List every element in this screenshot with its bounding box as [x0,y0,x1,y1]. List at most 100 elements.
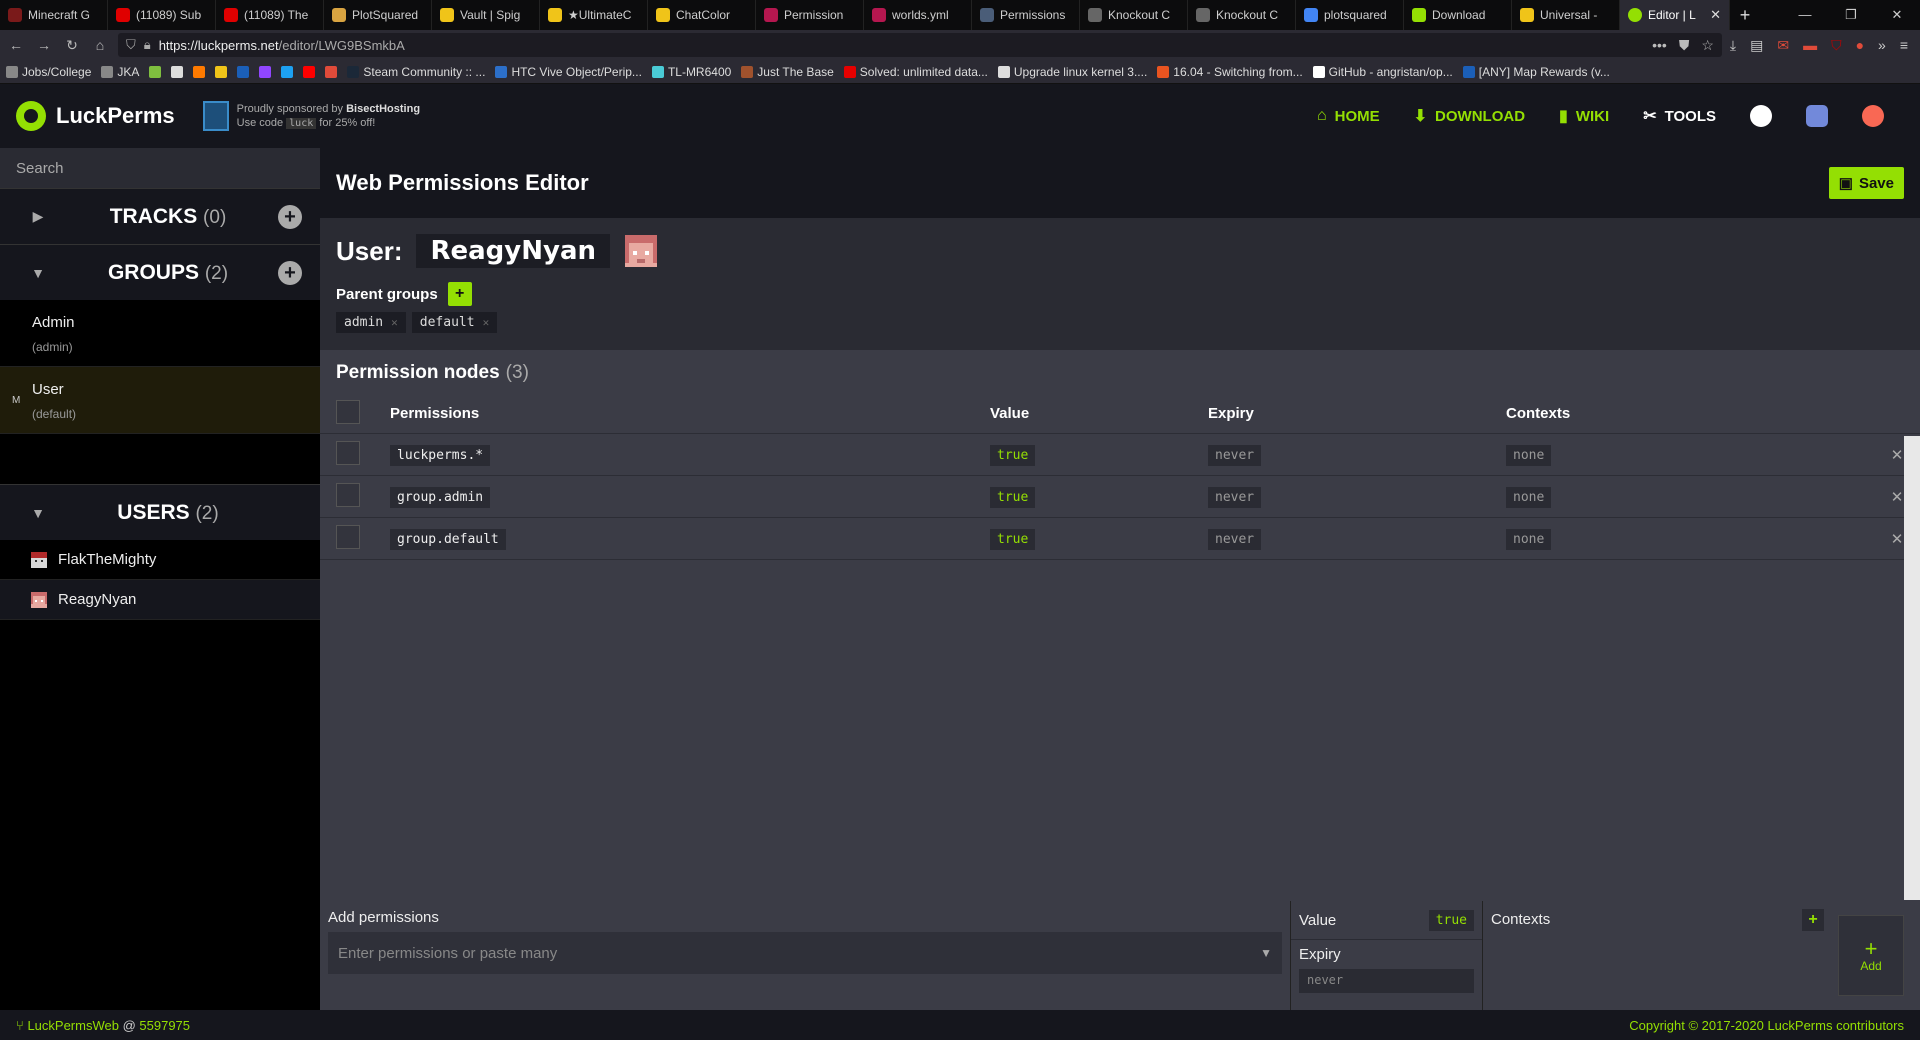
bookmark-item[interactable] [237,65,250,78]
back-icon[interactable]: ← [6,37,26,53]
contexts-cell[interactable]: none [1506,486,1552,508]
browser-tab[interactable]: ChatColor [648,0,756,30]
expiry-cell[interactable]: never [1208,444,1262,466]
add-expiry-input[interactable]: never [1299,969,1474,993]
browser-tab[interactable]: Knockout C [1080,0,1188,30]
select-all-checkbox[interactable] [336,399,360,424]
hamburger-menu-icon[interactable]: ≡ [1900,37,1908,54]
footer-version[interactable]: ⑂ LuckPermsWeb @ 5597975 [16,1018,190,1033]
save-button[interactable]: ▣ Save [1828,167,1904,199]
restore-window-button[interactable]: ❐ [1828,7,1874,23]
row-checkbox[interactable] [336,483,360,507]
browser-tab[interactable]: Download [1404,0,1512,30]
browser-tab[interactable]: Universal - [1512,0,1620,30]
browser-tab[interactable]: Minecraft G [0,0,108,30]
browser-tab[interactable]: Knockout C [1188,0,1296,30]
browser-tab[interactable]: worlds.yml [864,0,972,30]
browser-tab[interactable]: (11089) The [216,0,324,30]
nav-wiki[interactable]: ▮ WIKI [1559,106,1609,126]
value-cell[interactable]: true [990,528,1036,550]
discord-link[interactable] [1806,105,1828,127]
extension-icon-2[interactable]: ● [1856,37,1864,54]
add-context-button[interactable]: + [1802,909,1824,931]
bookmark-item[interactable]: Upgrade linux kernel 3.... [997,65,1147,79]
contexts-cell[interactable]: none [1506,444,1552,466]
bookmark-item[interactable]: 16.04 - Switching from... [1157,65,1303,79]
github-link[interactable] [1750,105,1772,127]
bookmark-item[interactable]: JKA [101,65,139,79]
caret-down-icon[interactable]: ▼ [0,265,76,281]
close-window-button[interactable]: ✕ [1874,7,1920,23]
add-value-toggle[interactable]: true [1428,909,1474,931]
add-button[interactable]: + Add [1838,915,1904,996]
nav-home[interactable]: ⌂ HOME [1317,107,1380,125]
bookmark-item[interactable] [303,65,316,78]
sponsor-banner[interactable]: Proudly sponsored by BisectHosting Use c… [202,101,420,131]
minimize-window-button[interactable]: — [1782,7,1828,23]
value-cell[interactable]: true [990,444,1036,466]
row-checkbox[interactable] [336,441,360,465]
user-item-flakthemighty[interactable]: FlakTheMighty [0,540,320,580]
add-permissions-input[interactable]: Enter permissions or paste many ▼ [328,932,1282,974]
address-bar[interactable]: ⛉ 🔒︎ https://luckperms.net/editor/LWG9BS… [118,33,1722,57]
remove-chip-icon[interactable]: ✕ [391,316,398,329]
row-checkbox[interactable] [336,525,360,549]
bookmark-item[interactable]: Steam Community :: ... [347,65,485,79]
bookmark-item[interactable]: Solved: unlimited data... [843,65,988,79]
groups-section-header[interactable]: ▼ GROUPS (2) + [0,244,320,300]
ublock-icon[interactable]: ⛉ [1831,37,1842,54]
tracks-section-header[interactable]: ▶ TRACKS (0) + [0,188,320,244]
browser-tab[interactable]: plotsquared [1296,0,1404,30]
mail-icon[interactable]: ✉ [1777,37,1789,54]
browser-tab[interactable]: Vault | Spig [432,0,540,30]
permission-node[interactable]: group.admin [390,486,491,508]
bookmark-item[interactable]: Just The Base [741,65,834,79]
bookmark-item[interactable]: HTC Vive Object/Perip... [495,65,642,79]
sidebar-icon[interactable]: ▤ [1750,37,1763,54]
bookmark-item[interactable] [259,65,272,78]
remove-chip-icon[interactable]: ✕ [483,316,490,329]
bookmark-star-icon[interactable]: ☆ [1701,37,1714,54]
col-expiry[interactable]: Expiry [1208,405,1506,422]
more-actions-icon[interactable]: ••• [1652,37,1667,54]
browser-tab[interactable]: (11089) Sub [108,0,216,30]
permission-node[interactable]: luckperms.* [390,444,491,466]
extension-icon[interactable]: ▬ [1803,37,1817,54]
expiry-cell[interactable]: never [1208,486,1262,508]
bookmark-item[interactable]: TL-MR6400 [651,65,731,79]
nav-download[interactable]: ⬇ DOWNLOAD [1414,106,1525,126]
overflow-menu-icon[interactable]: » [1878,37,1886,54]
bookmark-item[interactable]: [ANY] Map Rewards (v... [1462,65,1610,79]
permission-node[interactable]: group.default [390,528,506,550]
browser-tab[interactable]: Permission [756,0,864,30]
value-cell[interactable]: true [990,486,1036,508]
luckperms-logo[interactable]: LuckPerms [16,101,175,131]
bookmark-item[interactable]: Jobs/College [6,65,91,79]
sidebar-search-input[interactable]: Search [0,148,320,188]
users-section-header[interactable]: ▼ USERS (2) [0,484,320,540]
patreon-link[interactable] [1862,105,1884,127]
col-contexts[interactable]: Contexts [1506,405,1874,422]
user-item-reagynyan[interactable]: ReagyNyan [0,580,320,620]
browser-tab-active[interactable]: Editor | L ✕ [1620,0,1730,30]
col-permissions[interactable]: Permissions [390,405,990,422]
bookmark-item[interactable] [171,65,184,78]
browser-tab[interactable]: Permissions [972,0,1080,30]
downloads-icon[interactable]: ⤓ [1730,37,1736,54]
close-tab-icon[interactable]: ✕ [1710,7,1721,23]
add-parent-group-button[interactable]: + [447,282,472,306]
bookmark-item[interactable] [325,65,338,78]
group-item-user[interactable]: M User (default) [0,367,320,434]
bookmark-item[interactable] [281,65,294,78]
add-group-button[interactable]: + [260,260,320,285]
forward-icon[interactable]: → [34,37,54,53]
reload-icon[interactable]: ↻ [62,37,82,54]
group-item-admin[interactable]: Admin (admin) [0,300,320,367]
bookmark-item[interactable]: GitHub - angristan/op... [1312,65,1453,79]
home-icon[interactable]: ⌂ [90,37,110,53]
pocket-icon[interactable]: ⛊ [1679,37,1690,54]
col-value[interactable]: Value [990,405,1208,422]
browser-tab[interactable]: PlotSquared [324,0,432,30]
bookmark-item[interactable] [149,65,162,78]
chevron-down-icon[interactable]: ▼ [1260,946,1272,960]
